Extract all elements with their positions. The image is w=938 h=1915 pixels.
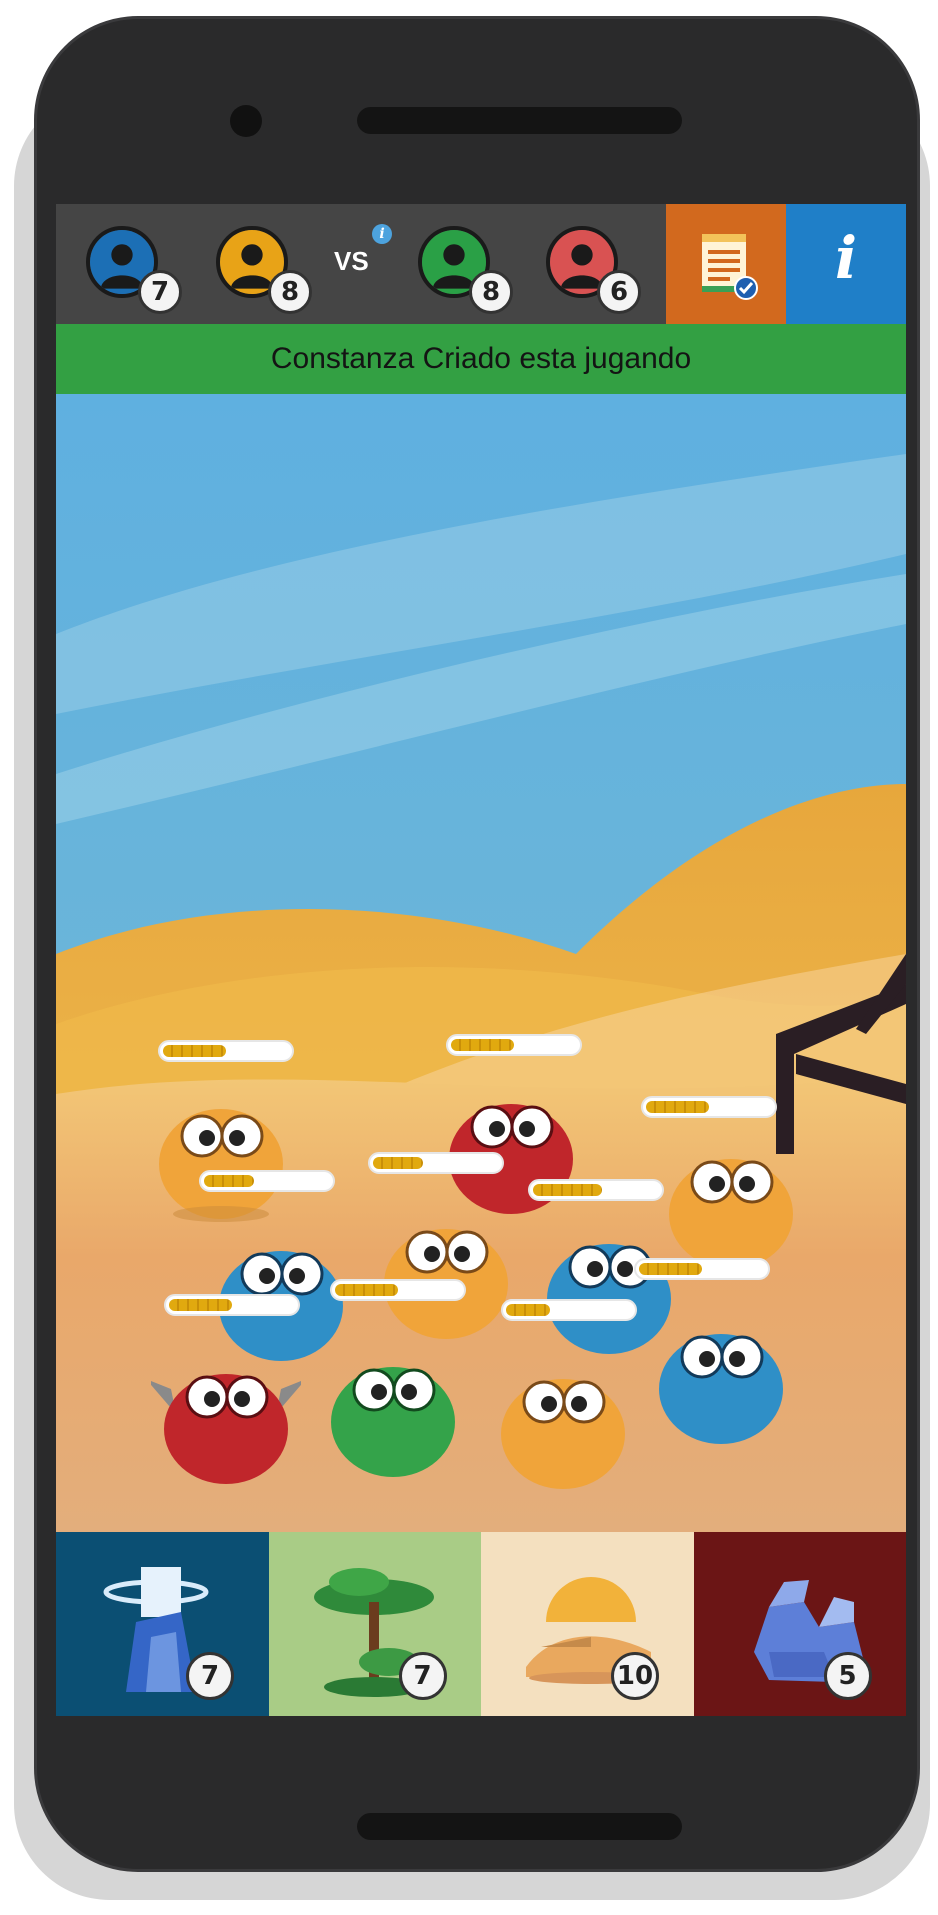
region-tile-jungle[interactable]: 7: [268, 1532, 481, 1716]
info-icon[interactable]: i: [372, 224, 392, 244]
checklist-icon: [702, 234, 758, 300]
turns-list-button[interactable]: [666, 204, 786, 324]
tile-count-badge: 7: [398, 1652, 447, 1700]
info-button[interactable]: i: [786, 204, 906, 324]
monster-orange[interactable]: [146, 1074, 296, 1224]
tile-count-badge: 5: [823, 1652, 872, 1700]
player-count-badge: 8: [268, 270, 312, 314]
top-speaker: [357, 107, 682, 134]
health-bar: [528, 1179, 664, 1201]
bottom-speaker: [357, 1813, 682, 1840]
monster-orange[interactable]: [488, 1344, 638, 1494]
game-screen: 7 8 VS i 8 6 i Constanza Criado esta jug…: [56, 204, 906, 1716]
region-tile-desert[interactable]: 10: [481, 1532, 694, 1716]
battlefield: [56, 394, 906, 1532]
health-bar: [368, 1152, 504, 1174]
health-bar: [634, 1258, 770, 1280]
health-bar: [199, 1170, 335, 1192]
health-bar: [158, 1040, 294, 1062]
region-tiles: 7 7 10 5: [56, 1532, 906, 1716]
monster-red-winged[interactable]: [146, 1339, 306, 1489]
versus-label: VS: [334, 246, 369, 276]
health-bar: [641, 1096, 777, 1118]
players-bar: 7 8 VS i 8 6 i: [56, 204, 906, 324]
front-camera: [230, 105, 262, 137]
health-bar: [446, 1034, 582, 1056]
monster-blue[interactable]: [646, 1299, 796, 1449]
health-bar: [164, 1294, 300, 1316]
info-button-label: i: [834, 224, 858, 292]
player-count-badge: 6: [597, 270, 641, 314]
player-count-badge: 8: [469, 270, 513, 314]
health-bar: [501, 1299, 637, 1321]
health-bar: [330, 1279, 466, 1301]
turn-status-banner: Constanza Criado esta jugando: [56, 324, 906, 394]
monster-orange[interactable]: [371, 1194, 521, 1344]
player-count-badge: 7: [138, 270, 182, 314]
region-tile-ice[interactable]: 7: [56, 1532, 269, 1716]
tile-count-badge: 7: [186, 1652, 234, 1700]
tile-count-badge: 10: [611, 1652, 659, 1700]
monster-green[interactable]: [318, 1332, 468, 1482]
region-tile-crystal[interactable]: 5: [693, 1532, 906, 1716]
